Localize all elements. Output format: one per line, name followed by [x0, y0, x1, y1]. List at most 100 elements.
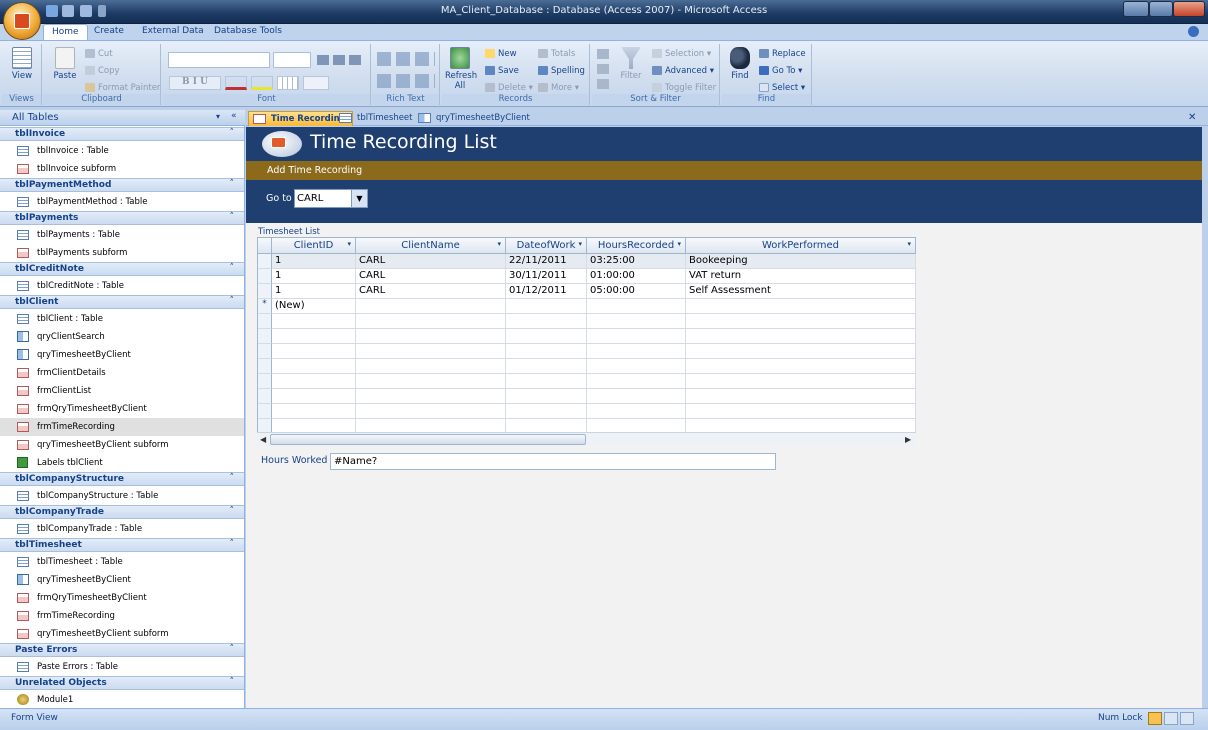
nav-item[interactable]: tblTimesheet : Table [0, 553, 244, 571]
save-record-button[interactable]: Save [485, 66, 519, 76]
tab-create[interactable]: Create [86, 24, 132, 40]
collapse-group-icon[interactable]: ˄ [230, 677, 235, 687]
sort-icons[interactable] [597, 49, 609, 91]
minimize-button[interactable] [1123, 1, 1149, 17]
scroll-left-icon[interactable]: ◀ [260, 435, 266, 444]
doc-tab-qrytimesheetbyclient[interactable]: qryTimesheetByClient [414, 111, 536, 126]
row-selector[interactable] [258, 359, 272, 374]
nav-pane-header[interactable]: All Tables ▾ « [0, 110, 245, 126]
new-row-cell[interactable] [587, 299, 686, 314]
paste-button[interactable]: Paste [50, 47, 80, 81]
toggle-filter-button[interactable]: Toggle Filter [652, 83, 716, 93]
nav-item[interactable]: tblCompanyTrade : Table [0, 520, 244, 538]
grid-cell[interactable]: 22/11/2011 [506, 254, 587, 269]
nav-item[interactable]: Module1 [0, 691, 244, 709]
nav-item[interactable]: tblPayments subform [0, 244, 244, 262]
chevron-down-icon[interactable]: ▼ [351, 190, 367, 207]
nav-group-header[interactable]: tblPaymentMethod ˄ [0, 178, 244, 192]
new-record-button[interactable]: New [485, 49, 517, 59]
column-header-hoursrecorded[interactable]: HoursRecorded ▾ [587, 238, 686, 254]
copy-button[interactable]: Copy [85, 66, 120, 76]
row-selector[interactable] [258, 404, 272, 419]
nav-item[interactable]: tblClient : Table [0, 310, 244, 328]
refresh-all-button[interactable]: Refresh All [445, 47, 477, 91]
help-icon[interactable] [1188, 26, 1199, 37]
nav-item[interactable]: qryTimesheetByClient subform [0, 625, 244, 643]
format-painter-button[interactable]: Format Painter [85, 83, 160, 93]
nav-item[interactable]: frmQryTimesheetByClient [0, 400, 244, 418]
nav-group-header[interactable]: Unrelated Objects ˄ [0, 676, 244, 690]
grid-cell[interactable]: CARL [356, 254, 506, 269]
select-all-cell[interactable] [258, 238, 272, 254]
scroll-thumb[interactable] [270, 434, 586, 445]
collapse-group-icon[interactable]: ˄ [230, 506, 235, 516]
grid-cell[interactable]: 01:00:00 [587, 269, 686, 284]
close-window-button[interactable] [1173, 1, 1205, 17]
row-selector[interactable] [258, 329, 272, 344]
nav-item[interactable]: tblPayments : Table [0, 226, 244, 244]
add-time-recording-button[interactable]: Add Time Recording [246, 161, 1202, 180]
collapse-group-icon[interactable]: ˄ [230, 473, 235, 483]
new-row-cell[interactable] [506, 299, 587, 314]
nav-item[interactable]: qryTimesheetByClient [0, 571, 244, 589]
collapse-group-icon[interactable]: ˄ [230, 212, 235, 222]
collapse-group-icon[interactable]: ˄ [230, 296, 235, 306]
grid-cell[interactable]: VAT return [686, 269, 916, 284]
grid-cell[interactable]: Self Assessment [686, 284, 916, 299]
row-selector[interactable] [258, 314, 272, 329]
grid-cell[interactable]: Bookeeping [686, 254, 916, 269]
more-button[interactable]: More ▾ [538, 83, 579, 93]
nav-item[interactable]: frmTimeRecording [0, 418, 244, 436]
row-selector[interactable] [258, 254, 272, 269]
delete-record-button[interactable]: Delete ▾ [485, 83, 533, 93]
nav-group-header[interactable]: tblInvoice ˄ [0, 127, 244, 141]
font-name-box[interactable] [168, 52, 270, 68]
office-button[interactable] [3, 2, 41, 40]
column-header-clientid[interactable]: ClientID ▾ [272, 238, 356, 254]
grid-cell[interactable]: 01/12/2011 [506, 284, 587, 299]
tab-external-data[interactable]: External Data [134, 24, 212, 40]
column-header-clientname[interactable]: ClientName ▾ [356, 238, 506, 254]
row-selector[interactable] [258, 269, 272, 284]
undo-icon[interactable] [62, 5, 74, 17]
timesheet-subform-grid[interactable]: ClientID ▾ ClientName ▾ DateofWork ▾ HoursR… [257, 237, 916, 446]
row-selector[interactable] [258, 344, 272, 359]
column-header-workperformed[interactable]: WorkPerformed ▾ [686, 238, 916, 254]
grid-cell[interactable]: 1 [272, 269, 356, 284]
collapse-pane-icon[interactable]: « [231, 111, 237, 121]
nav-item[interactable]: qryTimesheetByClient [0, 346, 244, 364]
row-selector[interactable]: * [258, 299, 272, 314]
nav-item[interactable]: frmTimeRecording [0, 607, 244, 625]
replace-button[interactable]: Replace [759, 49, 806, 59]
hours-worked-field[interactable]: #Name? [330, 453, 776, 470]
cut-button[interactable]: Cut [85, 49, 113, 59]
filter-button[interactable]: Filter [616, 47, 646, 81]
list-icons[interactable] [377, 74, 435, 88]
nav-item[interactable]: tblInvoice : Table [0, 142, 244, 160]
grid-cell[interactable]: CARL [356, 284, 506, 299]
nav-item[interactable]: tblCreditNote : Table [0, 277, 244, 295]
row-selector[interactable] [258, 284, 272, 299]
restore-button[interactable] [1149, 1, 1173, 17]
scroll-right-icon[interactable]: ▶ [905, 435, 911, 444]
close-document-icon[interactable]: ✕ [1188, 112, 1196, 123]
column-header-dateofwork[interactable]: DateofWork ▾ [506, 238, 587, 254]
nav-item[interactable]: tblPaymentMethod : Table [0, 193, 244, 211]
chevron-down-icon[interactable]: ▾ [216, 112, 220, 121]
grid-cell[interactable]: 30/11/2011 [506, 269, 587, 284]
row-selector[interactable] [258, 389, 272, 404]
collapse-group-icon[interactable]: ˄ [230, 644, 235, 654]
collapse-group-icon[interactable]: ˄ [230, 179, 235, 189]
save-icon[interactable] [46, 5, 58, 17]
form-view-icon[interactable] [1148, 712, 1162, 725]
nav-item[interactable]: Paste Errors : Table [0, 658, 244, 676]
new-row-cell[interactable] [686, 299, 916, 314]
nav-item[interactable]: frmClientList [0, 382, 244, 400]
tab-home[interactable]: Home [43, 24, 88, 40]
customize-qat-icon[interactable] [98, 5, 106, 17]
nav-item[interactable]: tblInvoice subform [0, 160, 244, 178]
bold-italic-underline-icons[interactable]: B I U [169, 76, 221, 90]
align-icons[interactable] [317, 55, 365, 65]
nav-group-header[interactable]: tblPayments ˄ [0, 211, 244, 225]
horizontal-scrollbar[interactable]: ◀ ▶ [257, 432, 916, 446]
